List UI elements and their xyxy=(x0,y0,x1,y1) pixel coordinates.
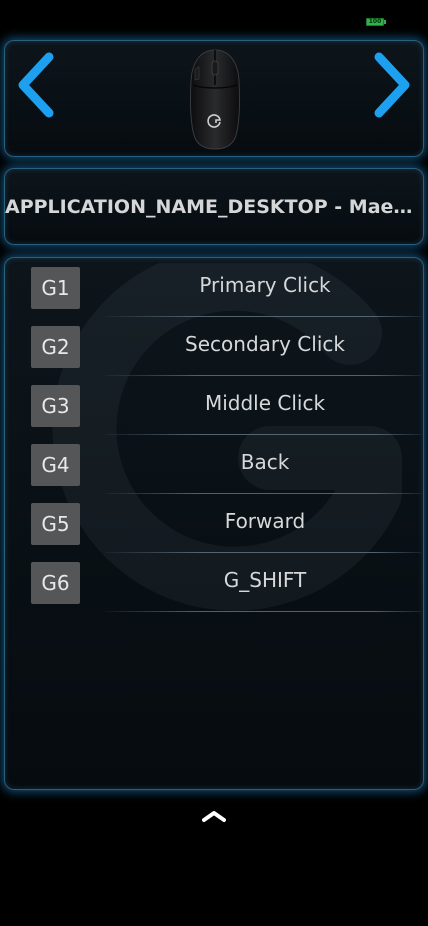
g-key-label: G6 xyxy=(31,562,80,604)
button-bindings-panel: G1 Primary Click G2 Secondary Click G3 M… xyxy=(4,257,424,790)
status-bar: 100 xyxy=(0,0,428,34)
binding-row-g2[interactable]: G2 Secondary Click xyxy=(5,317,423,376)
g-key-label: G3 xyxy=(31,385,80,427)
row-divider xyxy=(105,611,421,612)
chevron-right-icon[interactable] xyxy=(371,51,415,119)
chevron-up-icon[interactable] xyxy=(202,808,226,824)
battery-indicator: 100 xyxy=(366,18,386,26)
action-label: Forward xyxy=(224,509,306,533)
g-key-label: G4 xyxy=(31,444,80,486)
action-label: Secondary Click xyxy=(185,332,345,356)
profile-app-name: APPLICATION_NAME_DESKTOP - Maez... xyxy=(5,196,425,218)
device-selector-panel xyxy=(4,40,424,157)
binding-row-g4[interactable]: G4 Back xyxy=(5,435,423,494)
chevron-left-icon[interactable] xyxy=(13,51,57,119)
g-key-label: G5 xyxy=(31,503,80,545)
gaming-mouse-icon xyxy=(190,49,240,150)
binding-row-g5[interactable]: G5 Forward xyxy=(5,494,423,553)
g-key-label: G2 xyxy=(31,326,80,368)
action-label: Middle Click xyxy=(204,391,326,415)
action-label: Primary Click xyxy=(199,273,331,297)
action-label: Back xyxy=(240,450,290,474)
binding-row-g3[interactable]: G3 Middle Click xyxy=(5,376,423,435)
profile-panel[interactable]: APPLICATION_NAME_DESKTOP - Maez... xyxy=(4,168,425,245)
action-label: G_SHIFT xyxy=(223,568,307,592)
binding-row-g1[interactable]: G1 Primary Click xyxy=(5,258,423,317)
binding-row-g6[interactable]: G6 G_SHIFT xyxy=(5,553,423,612)
battery-level: 100 xyxy=(368,18,382,25)
g-key-label: G1 xyxy=(31,267,80,309)
